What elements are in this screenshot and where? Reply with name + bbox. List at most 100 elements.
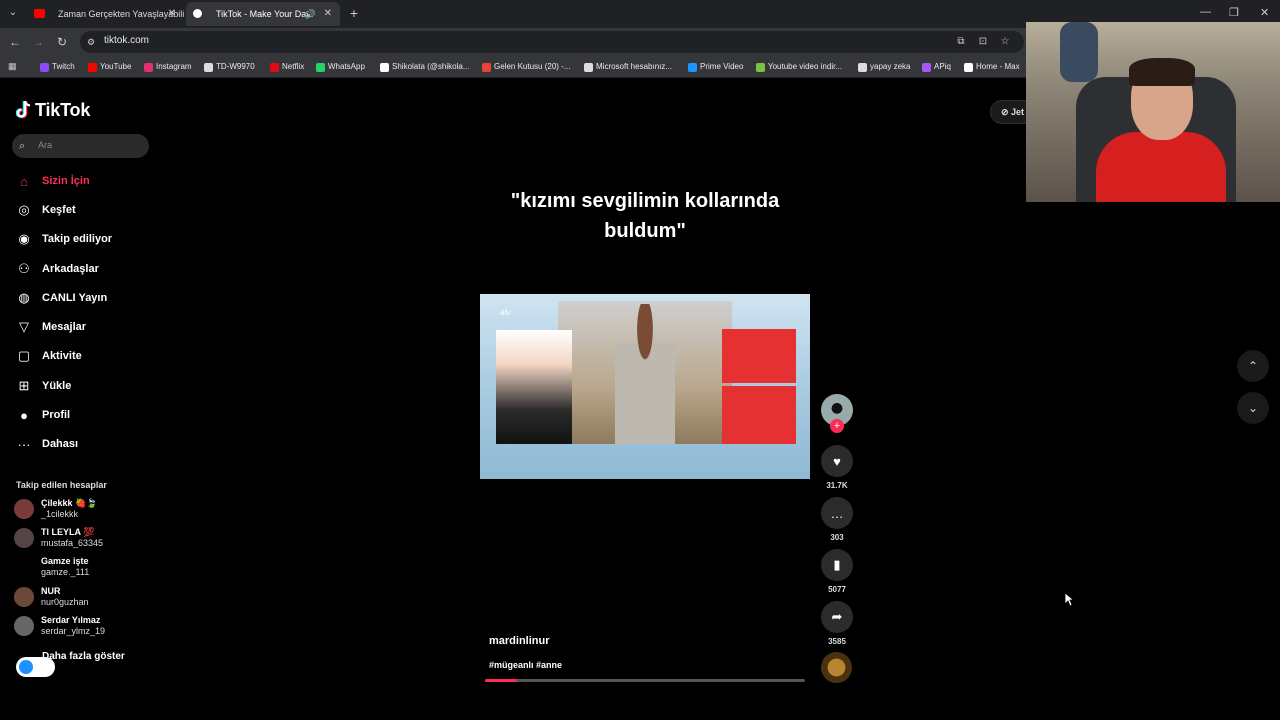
- save-count: 5077: [828, 585, 846, 594]
- restore-icon[interactable]: ❐: [1229, 6, 1239, 19]
- heart-icon[interactable]: ♥: [821, 445, 853, 477]
- comment-action[interactable]: … 303: [820, 497, 854, 542]
- video-caption: "kızımı sevgilimin kollarında buldum": [510, 190, 780, 242]
- close-window-icon[interactable]: ✕: [1260, 6, 1269, 19]
- nav-item[interactable]: ◎ Keşfet: [14, 200, 76, 220]
- install-app-icon[interactable]: ⊡: [976, 36, 990, 48]
- compass-icon: ◎: [18, 202, 30, 217]
- bookmark-label: Shikolata (@shikola...: [392, 62, 470, 71]
- bookmark-label: WhatsApp: [328, 62, 365, 71]
- bookmark-item[interactable]: Instagram: [144, 60, 192, 74]
- bookmark-item[interactable]: WhatsApp: [316, 60, 365, 74]
- nav-item[interactable]: ··· Dahası: [14, 434, 79, 454]
- like-action[interactable]: ♥ 31.7K: [820, 445, 854, 490]
- video-player[interactable]: atv: [480, 294, 810, 479]
- nav-item[interactable]: ⊞ Yükle: [14, 376, 72, 396]
- bookmark-star-icon[interactable]: ☆: [998, 36, 1012, 48]
- close-tab-icon[interactable]: ✕: [168, 2, 176, 26]
- bookmark-item[interactable]: YouTube: [88, 60, 131, 74]
- video-frame-panel-bottom: [722, 386, 796, 444]
- avatar: [14, 616, 34, 636]
- tiktok-logo[interactable]: TikTok: [16, 99, 90, 121]
- bookmark-item[interactable]: Prime Video: [688, 60, 743, 74]
- nav-label: Keşfet: [42, 204, 76, 216]
- nav-item[interactable]: ⚇ Arkadaşlar: [14, 259, 99, 279]
- follow-plus-icon[interactable]: +: [830, 419, 844, 433]
- close-tab-icon[interactable]: ✕: [324, 2, 332, 26]
- bookmark-label: Prime Video: [700, 62, 744, 71]
- translate-icon[interactable]: ⧉: [954, 36, 968, 48]
- bookmark-favicon-icon: [858, 63, 867, 72]
- search-input[interactable]: ⌕ Ara: [12, 134, 149, 158]
- bookmark-item[interactable]: Microsoft hesabınız...: [584, 60, 672, 74]
- account-username: _1cilekkk: [41, 509, 79, 519]
- bookmark-favicon-icon: [688, 63, 697, 72]
- previous-video-button[interactable]: ⌃: [1237, 350, 1269, 382]
- tab-tiktok[interactable]: TikTok - Make Your Day 🔊 ✕: [186, 2, 340, 26]
- nav-item[interactable]: ◍ CANLI Yayın: [14, 288, 107, 308]
- back-icon[interactable]: ←: [7, 34, 23, 50]
- friends-icon: ⚇: [18, 261, 30, 276]
- account-name: NUR: [41, 586, 61, 596]
- bookmark-favicon-icon: [964, 63, 973, 72]
- logo-text: TikTok: [35, 99, 91, 120]
- following-accounts-title: Takip edilen hesaplar: [16, 480, 107, 490]
- next-video-button[interactable]: ⌄: [1237, 392, 1269, 424]
- nav-label: Dahası: [42, 438, 79, 450]
- webcam-person-body: [1096, 132, 1226, 202]
- apps-grid-icon[interactable]: ▦: [8, 61, 18, 71]
- bookmark-item[interactable]: Twitch: [40, 60, 75, 74]
- new-tab-button[interactable]: +: [346, 4, 362, 22]
- comment-icon[interactable]: …: [821, 497, 853, 529]
- url-text: tiktok.com: [104, 35, 150, 46]
- nav-item[interactable]: ▽ Mesajlar: [14, 317, 86, 337]
- live-icon: ◍: [18, 290, 30, 305]
- bookmark-favicon-icon: [204, 63, 213, 72]
- account-name: Gamze işte: [41, 556, 89, 566]
- webcam-person-hair: [1129, 58, 1195, 86]
- bookmark-label: YouTube: [100, 62, 132, 71]
- bookmark-item[interactable]: TD-W9970: [204, 60, 255, 74]
- home-icon: ⌂: [20, 173, 28, 189]
- video-hashtags[interactable]: #mügeanlı #anne: [489, 660, 562, 670]
- bookmark-item[interactable]: Youtube video indir...: [756, 60, 842, 74]
- save-action[interactable]: ▮ 5077: [820, 549, 854, 594]
- nav-item[interactable]: ● Profil: [14, 405, 70, 425]
- video-progress-bar[interactable]: [485, 679, 805, 682]
- site-info-icon[interactable]: ⚙: [87, 36, 99, 48]
- share-count: 3585: [828, 637, 846, 646]
- account-username: gamze._111: [41, 567, 90, 577]
- bookmark-favicon-icon: [584, 63, 593, 72]
- bookmark-item[interactable]: Gelen Kutusu (20) -...: [482, 60, 570, 74]
- account-name: Çilekkk 🍓🍃: [41, 498, 98, 508]
- nav-item[interactable]: ⌂ Sizin İçin: [14, 171, 90, 191]
- share-icon[interactable]: ➦: [821, 601, 853, 633]
- music-disc-icon[interactable]: [821, 652, 852, 683]
- video-author[interactable]: mardinlinur: [489, 635, 550, 647]
- bookmark-icon[interactable]: ▮: [821, 549, 853, 581]
- tab-search-icon[interactable]: ⌄: [4, 4, 22, 22]
- bookmark-item[interactable]: APiq: [922, 60, 951, 74]
- share-action[interactable]: ➦ 3585: [820, 601, 854, 646]
- reload-icon[interactable]: ↻: [54, 34, 70, 50]
- autoscroll-toggle[interactable]: [16, 657, 55, 677]
- upload-icon: ⊞: [18, 378, 30, 393]
- bookmark-item[interactable]: Home - Max: [964, 60, 1020, 74]
- nav-label: Takip ediliyor: [42, 233, 113, 245]
- forward-icon[interactable]: →: [30, 34, 46, 50]
- audio-playing-icon[interactable]: 🔊: [305, 2, 316, 26]
- get-app-button[interactable]: ⊘ Jet: [990, 100, 1030, 124]
- nav-item[interactable]: ◉ Takip ediliyor: [14, 229, 112, 249]
- nav-label: Yükle: [42, 380, 72, 392]
- bookmark-item[interactable]: Netflix: [270, 60, 304, 74]
- omnibox[interactable]: ⚙ tiktok.com ⧉ ⊡ ☆: [80, 31, 1024, 53]
- nav-item[interactable]: ▢ Aktivite: [14, 346, 82, 366]
- messages-icon: ▽: [19, 319, 29, 334]
- bookmark-item[interactable]: yapay zeka: [858, 60, 910, 74]
- minimize-icon[interactable]: —: [1200, 6, 1211, 18]
- bookmark-item[interactable]: Shikolata (@shikola...: [380, 60, 470, 74]
- show-more-link[interactable]: Daha fazla göster: [42, 651, 125, 662]
- video-frame-panel-top: [722, 329, 796, 383]
- tab-youtube[interactable]: Zaman Gerçekten Yavaşlayabilir ✕: [28, 2, 184, 26]
- video-frame-guest: [615, 304, 675, 444]
